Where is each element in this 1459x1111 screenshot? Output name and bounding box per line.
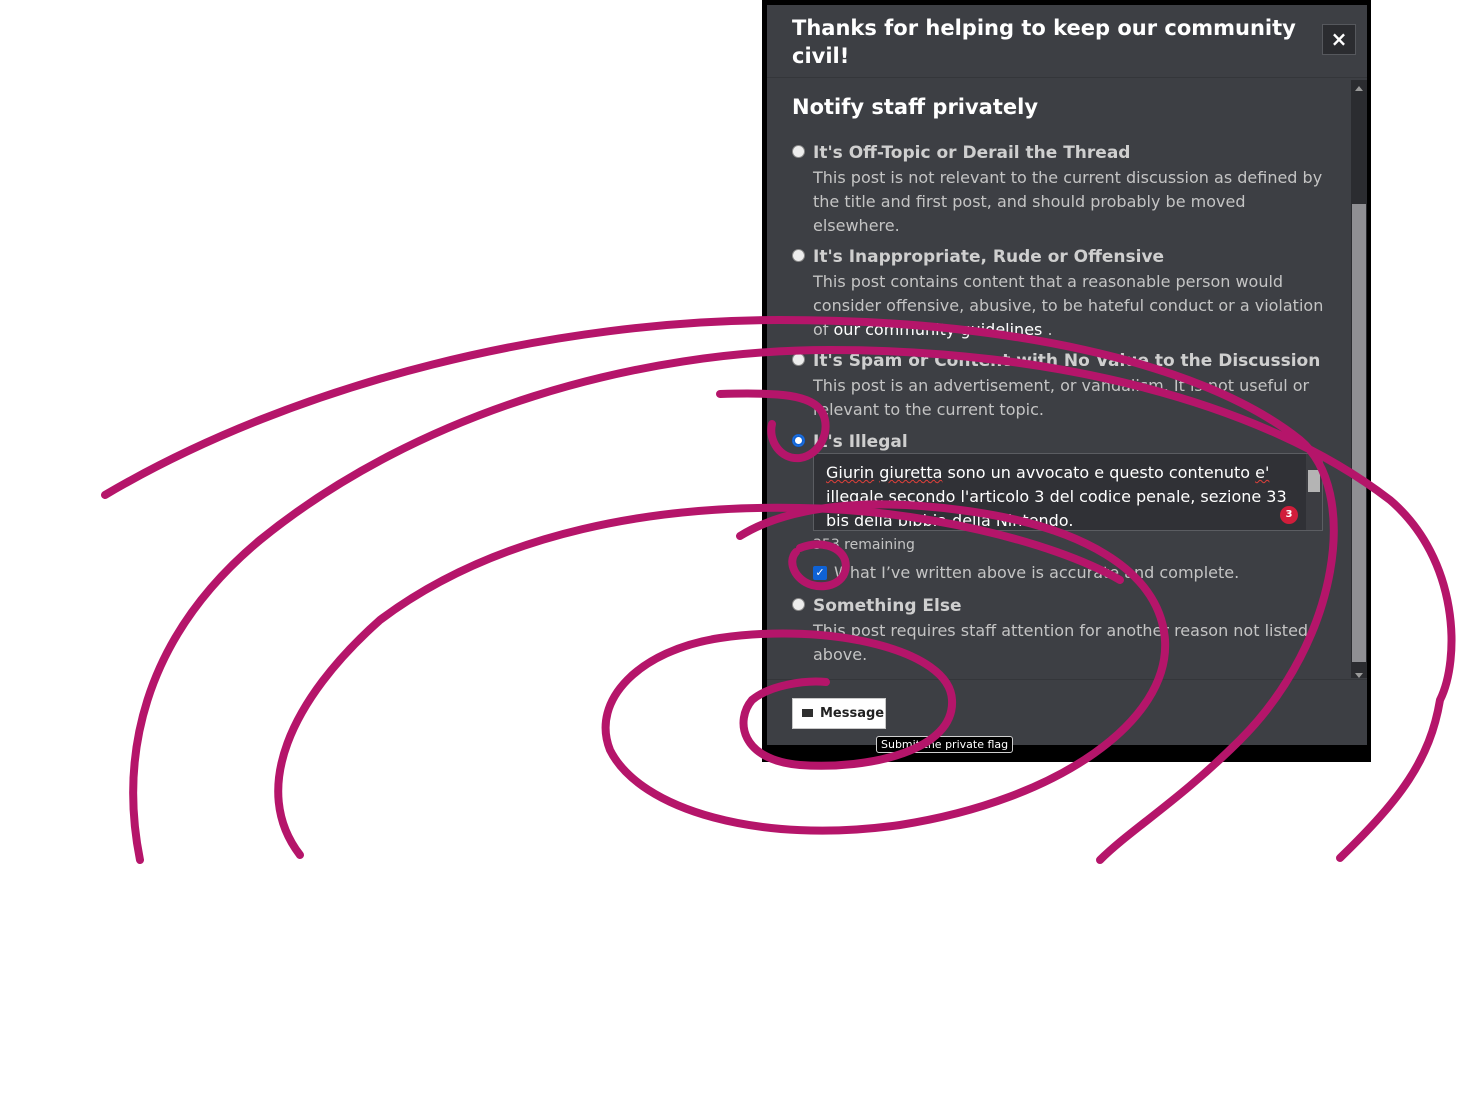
misspelled-word: Giurin <box>826 463 875 482</box>
radio-spam[interactable] <box>792 353 805 366</box>
spellcheck-badge[interactable]: 3 <box>1280 506 1298 524</box>
option-title: It's Illegal <box>813 432 908 452</box>
option-description: This post is not relevant to the current… <box>813 168 1323 235</box>
option-description-suffix: . <box>1047 320 1053 339</box>
option-title: It's Spam or Content with No Value to th… <box>813 351 1321 371</box>
modal-title: Thanks for helping to keep our community… <box>792 16 1296 68</box>
option-description: This post requires staff attention for a… <box>813 621 1309 664</box>
modal-body: Notify staff privately It's Off-Topic or… <box>767 78 1367 678</box>
tooltip: Submit the private flag <box>876 736 1014 753</box>
option-description: This post contains content that a reason… <box>813 270 1333 342</box>
message-button-label: Message <box>820 706 885 721</box>
misspelled-word: giuretta <box>879 463 943 482</box>
characters-remaining: 353 remaining <box>813 537 915 553</box>
option-title: Something Else <box>813 596 962 616</box>
flag-modal: Thanks for helping to keep our community… <box>767 5 1367 745</box>
confirm-checkbox[interactable]: ✓ <box>813 566 827 580</box>
community-guidelines-link[interactable]: our community guidelines <box>834 320 1043 339</box>
envelope-icon <box>802 709 813 717</box>
modal-header: Thanks for helping to keep our community… <box>767 5 1367 78</box>
scrollbar-thumb[interactable] <box>1308 470 1320 492</box>
close-button[interactable]: × <box>1322 24 1356 55</box>
close-icon: × <box>1330 27 1348 51</box>
modal-footer: Message <box>767 679 1367 745</box>
checkmark-icon: ✓ <box>815 566 825 579</box>
confirm-label: What I’ve written above is accurate and … <box>834 563 1240 582</box>
textarea-scrollbar[interactable] <box>1306 454 1322 530</box>
option-description: This post is an advertisement, or vandal… <box>813 376 1310 419</box>
radio-inappropriate[interactable] <box>792 249 805 262</box>
modal-scrollbar[interactable] <box>1351 80 1367 678</box>
message-button[interactable]: Message <box>792 698 886 729</box>
option-title: It's Off-Topic or Derail the Thread <box>813 143 1131 163</box>
scroll-up-icon[interactable] <box>1355 86 1363 91</box>
option-title: It's Inappropriate, Rude or Offensive <box>813 247 1165 267</box>
scrollbar-thumb[interactable] <box>1352 204 1366 662</box>
section-title: Notify staff privately <box>792 95 1039 119</box>
textarea-text: illegale secondo l'articolo 3 del codice… <box>826 487 1287 530</box>
radio-illegal[interactable] <box>792 434 805 447</box>
illegal-details-textarea[interactable]: Giurin giuretta sono un avvocato e quest… <box>813 453 1323 531</box>
radio-off-topic[interactable] <box>792 145 805 158</box>
scroll-down-icon[interactable] <box>1355 673 1363 678</box>
radio-something-else[interactable] <box>792 598 805 611</box>
misspelled-word: e' <box>1255 463 1270 482</box>
textarea-text: sono un avvocato e questo contenuto <box>947 463 1251 482</box>
